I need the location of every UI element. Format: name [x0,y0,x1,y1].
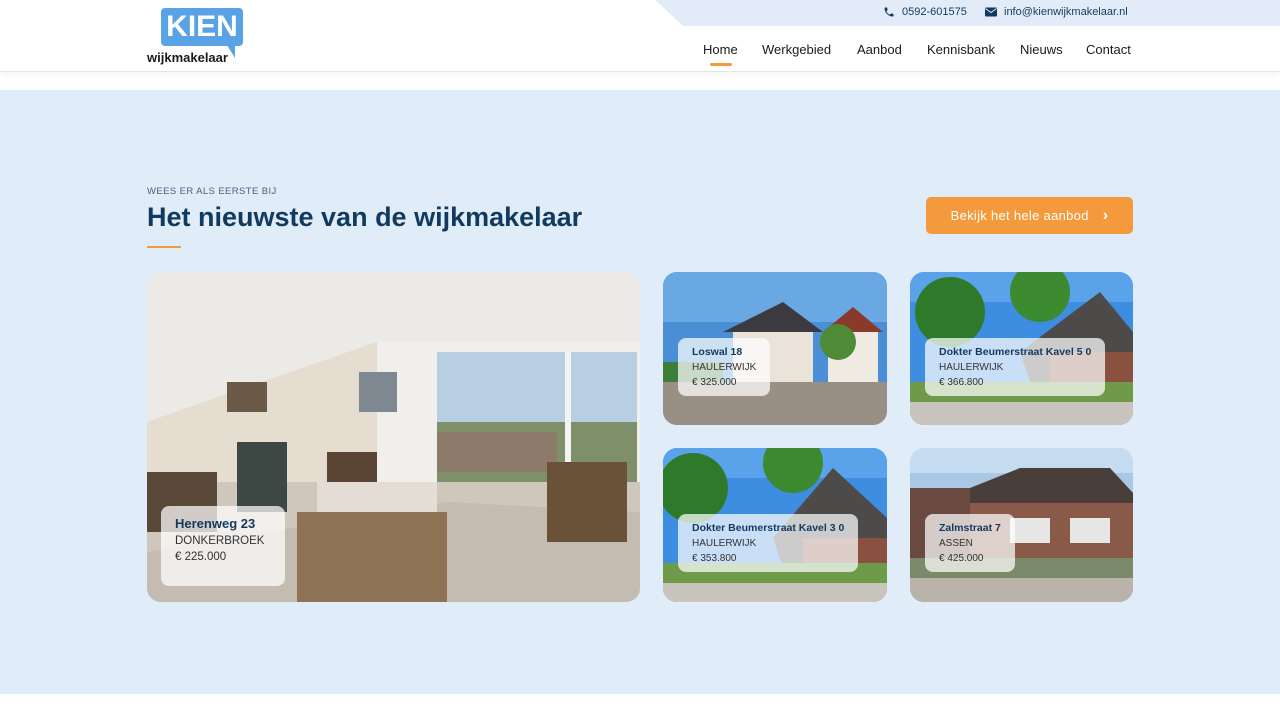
nav-nieuws[interactable]: Nieuws [1020,42,1063,57]
listing-price: € 425.000 [939,553,984,564]
listing-city: ASSEN [939,538,973,549]
listing-card-kavel-30[interactable]: Dokter Beumerstraat Kavel 3 0 HAULERWIJK… [663,448,887,602]
listing-price: € 366.800 [939,377,984,388]
site-header: 0592-601575 info@kienwijkmakelaar.nl KIE… [0,0,1280,72]
title-accent-line [147,246,181,248]
nav-aanbod[interactable]: Aanbod [857,42,902,57]
phone-number: 0592-601575 [902,6,967,18]
view-all-listings-button[interactable]: Bekijk het hele aanbod › [926,197,1133,234]
listing-price: € 353.800 [692,553,737,564]
listing-city: HAULERWIJK [692,362,757,373]
listing-card-featured[interactable]: Herenweg 23 DONKERBROEK € 225.000 [147,272,640,602]
listing-label: Dokter Beumerstraat Kavel 3 0 HAULERWIJK… [678,514,859,572]
section-eyebrow: WEES ER ALS EERSTE BIJ [147,186,277,197]
nav-active-indicator [710,63,732,66]
listing-label: Dokter Beumerstraat Kavel 5 0 HAULERWIJK… [925,338,1106,396]
listing-street: Zalmstraat 7 [939,522,1001,534]
listing-card-kavel-50[interactable]: Dokter Beumerstraat Kavel 5 0 HAULERWIJK… [910,272,1133,425]
nav-kennisbank[interactable]: Kennisbank [927,42,995,57]
listing-street: Dokter Beumerstraat Kavel 3 0 [692,522,845,534]
mail-icon [985,7,997,17]
latest-listings-section: WEES ER ALS EERSTE BIJ Het nieuwste van … [0,90,1280,694]
listing-city: DONKERBROEK [175,535,265,547]
listing-label: Loswal 18 HAULERWIJK € 325.000 [678,338,771,396]
nav-contact[interactable]: Contact [1086,42,1131,57]
listing-label: Zalmstraat 7 ASSEN € 425.000 [925,514,1015,572]
listing-card-loswal[interactable]: Loswal 18 HAULERWIJK € 325.000 [663,272,887,425]
listing-street: Herenweg 23 [175,516,256,531]
listing-price: € 325.000 [692,377,737,388]
email-address: info@kienwijkmakelaar.nl [1004,6,1128,18]
listing-street: Loswal 18 [692,346,743,358]
listing-card-zalmstraat[interactable]: Zalmstraat 7 ASSEN € 425.000 [910,448,1133,602]
topbar-background [655,0,1280,26]
listing-price: € 225.000 [175,551,227,563]
listing-street: Dokter Beumerstraat Kavel 5 0 [939,346,1092,358]
listing-city: HAULERWIJK [692,538,757,549]
phone-link[interactable]: 0592-601575 [883,6,967,18]
site-logo[interactable]: KIEN wijkmakelaar [147,8,247,66]
email-link[interactable]: info@kienwijkmakelaar.nl [985,6,1128,18]
logo-subtitle: wijkmakelaar [147,50,228,65]
chevron-right-icon: › [1102,206,1109,224]
listing-label: Herenweg 23 DONKERBROEK € 225.000 [161,506,285,586]
cta-label: Bekijk het hele aanbod [950,208,1089,223]
logo-wordmark: KIEN [166,10,238,43]
nav-home[interactable]: Home [703,42,738,57]
phone-icon [884,7,894,17]
nav-werkgebied[interactable]: Werkgebied [762,42,831,57]
listing-city: HAULERWIJK [939,362,1004,373]
section-title: Het nieuwste van de wijkmakelaar [147,202,583,232]
